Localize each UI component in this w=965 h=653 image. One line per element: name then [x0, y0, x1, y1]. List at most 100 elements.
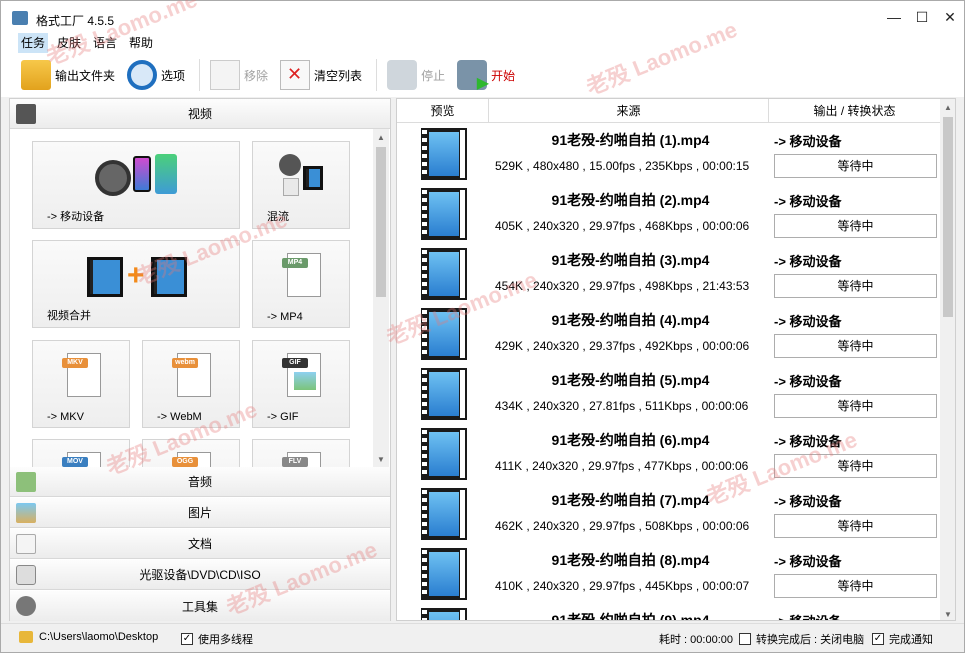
clear-list-button[interactable]: 清空列表	[280, 57, 362, 93]
menu-language[interactable]: 语言	[90, 33, 120, 53]
status-bar: C:\Users\laomo\Desktop ✓ 使用多线程 耗时 : 00:0…	[1, 623, 964, 652]
checkbox-checked-icon: ✓	[181, 633, 193, 645]
maximize-button[interactable]: ☐	[908, 1, 936, 33]
app-logo-icon	[12, 11, 28, 25]
shutdown-checkbox[interactable]: 转换完成后 : 关闭电脑	[739, 631, 864, 647]
task-row[interactable]: 91老殁-约啪自拍 (8).mp4 410K , 240x320 , 29.97f…	[397, 544, 940, 604]
category-optical-drive[interactable]: 光驱设备\DVD\CD\ISO	[10, 560, 390, 590]
scroll-up-icon[interactable]: ▲	[940, 99, 955, 115]
multithread-label: 使用多线程	[198, 634, 253, 646]
checkbox-unchecked-icon	[739, 633, 751, 645]
start-label: 开始	[491, 68, 516, 83]
task-row[interactable]: 91老殁-约啪自拍 (2).mp4 405K , 240x320 , 29.97f…	[397, 184, 940, 244]
tile-mux[interactable]: 混流	[252, 141, 350, 229]
tiles-scrollbar[interactable]: ▲ ▼	[373, 129, 389, 467]
checkbox-checked-icon: ✓	[872, 633, 884, 645]
tile-to-ogg[interactable]: OGG	[142, 439, 240, 467]
category-toolbox-label: 工具集	[181, 599, 218, 614]
tile-to-webm[interactable]: webm -> WebM	[142, 340, 240, 428]
tile-to-mov[interactable]: MOV	[32, 439, 130, 467]
ogg-file-icon: OGG	[172, 452, 211, 467]
tile-to-mkv[interactable]: MKV -> MKV	[32, 340, 130, 428]
task-row[interactable]: 91老殁-约啪自拍 (7).mp4 462K , 240x320 , 29.97f…	[397, 484, 940, 544]
task-list-header: 预览 来源 输出 / 转换状态	[397, 99, 940, 123]
task-row[interactable]: 91老殁-约啪自拍 (5).mp4 434K , 240x320 , 27.81f…	[397, 364, 940, 424]
gif-tag: GIF	[282, 358, 308, 368]
task-list-scrollbar[interactable]: ▲ ▼	[940, 99, 955, 620]
menu-help[interactable]: 帮助	[126, 33, 156, 53]
category-video[interactable]: 视频	[10, 99, 390, 129]
remove-button[interactable]: 移除	[210, 57, 268, 93]
task-list: 预览 来源 输出 / 转换状态 91老殁-约啪自拍 (1).mp4 529K , …	[396, 98, 956, 621]
task-status-button[interactable]: 等待中	[774, 154, 937, 178]
function-panel: 视频 -> 移动设备 混流 + 视频合并 MP4 -> MP4 MKV -> M…	[9, 98, 391, 621]
task-status-button[interactable]: 等待中	[774, 334, 937, 358]
scroll-down-icon[interactable]: ▼	[940, 606, 955, 620]
task-status-button[interactable]: 等待中	[774, 514, 937, 538]
menu-skin[interactable]: 皮肤	[54, 33, 84, 53]
task-status-button[interactable]: 等待中	[774, 574, 937, 598]
category-toolbox[interactable]: 工具集	[10, 591, 390, 621]
mp4-tag: MP4	[282, 258, 308, 268]
scroll-up-icon[interactable]: ▲	[373, 129, 389, 145]
folder-icon	[19, 631, 33, 643]
ogg-tag: OGG	[172, 457, 198, 467]
tile-mobile-device-label: -> 移动设备	[47, 211, 105, 223]
menu-task[interactable]: 任务	[18, 33, 49, 53]
tile-video-merge[interactable]: + 视频合并	[32, 240, 240, 328]
task-status-button[interactable]: 等待中	[774, 394, 937, 418]
options-label: 选项	[161, 68, 186, 83]
webm-file-icon: webm	[172, 353, 211, 397]
category-audio-label: 音频	[187, 475, 212, 489]
window-title: 格式工厂 4.5.5	[36, 14, 115, 28]
task-rows: 91老殁-约啪自拍 (1).mp4 529K , 480x480 , 15.00f…	[397, 124, 940, 621]
output-path[interactable]: C:\Users\laomo\Desktop	[19, 631, 158, 643]
stop-label: 停止	[421, 68, 446, 83]
column-source[interactable]: 来源	[489, 99, 769, 123]
task-file-name: 91老殁-约啪自拍 (5).mp4	[551, 372, 710, 388]
stop-button[interactable]: 停止	[387, 57, 445, 93]
category-optical-drive-label: 光驱设备\DVD\CD\ISO	[139, 568, 261, 582]
task-row[interactable]: 91老殁-约啪自拍 (4).mp4 429K , 240x320 , 29.37f…	[397, 304, 940, 364]
close-button[interactable]: ✕	[936, 1, 964, 33]
shutdown-label: 转换完成后 : 关闭电脑	[756, 634, 865, 646]
task-output-target: -> 移动设备	[774, 554, 842, 569]
tile-to-gif[interactable]: GIF -> GIF	[252, 340, 350, 428]
task-row[interactable]: 91老殁-约啪自拍 (6).mp4 411K , 240x320 , 29.97f…	[397, 424, 940, 484]
task-status-button[interactable]: 等待中	[774, 274, 937, 298]
task-status-button[interactable]: 等待中	[774, 454, 937, 478]
options-button[interactable]: 选项	[127, 57, 185, 93]
output-folder-label: 输出文件夹	[55, 68, 116, 83]
category-document[interactable]: 文档	[10, 529, 390, 559]
options-icon	[127, 60, 158, 90]
video-thumbnail-icon	[421, 128, 467, 180]
category-picture[interactable]: 图片	[10, 498, 390, 528]
video-thumbnail-icon	[421, 308, 467, 360]
task-file-info: 529K , 480x480 , 15.00fps , 235Kbps , 00…	[495, 159, 750, 173]
category-audio[interactable]: 音频	[10, 467, 390, 497]
output-folder-button[interactable]: 输出文件夹	[21, 57, 115, 93]
task-file-name: 91老殁-约啪自拍 (9).mp4	[551, 612, 710, 621]
task-row[interactable]: 91老殁-约啪自拍 (9).mp4 -> 移动设备	[397, 604, 940, 621]
video-thumbnail-icon	[421, 248, 467, 300]
task-row[interactable]: 91老殁-约啪自拍 (1).mp4 529K , 480x480 , 15.00f…	[397, 124, 940, 184]
folder-icon	[21, 60, 51, 90]
scroll-down-icon[interactable]: ▼	[373, 451, 389, 467]
video-thumbnail-icon	[421, 368, 467, 420]
tile-to-flv[interactable]: FLV	[252, 439, 350, 467]
tile-mux-label: 混流	[267, 211, 289, 223]
column-output-status[interactable]: 输出 / 转换状态	[769, 99, 940, 123]
format-factory-window: 格式工厂 4.5.5 — ☐ ✕ 任务 皮肤 语言 帮助 输出文件夹 选项 移除…	[0, 0, 965, 653]
notify-checkbox[interactable]: ✓ 完成通知	[872, 631, 933, 647]
tile-mobile-device[interactable]: -> 移动设备	[32, 141, 240, 229]
tile-to-mp4[interactable]: MP4 -> MP4	[252, 240, 350, 328]
minimize-button[interactable]: —	[880, 1, 908, 33]
tiles-scroll-thumb[interactable]	[376, 147, 386, 297]
task-file-info: 434K , 240x320 , 27.81fps , 511Kbps , 00…	[495, 399, 749, 413]
multithread-checkbox[interactable]: ✓ 使用多线程	[181, 631, 253, 647]
task-row[interactable]: 91老殁-约啪自拍 (3).mp4 454K , 240x320 , 29.97f…	[397, 244, 940, 304]
start-button[interactable]: 开始	[457, 57, 515, 93]
column-preview[interactable]: 预览	[397, 99, 489, 123]
task-scroll-thumb[interactable]	[943, 117, 953, 317]
task-status-button[interactable]: 等待中	[774, 214, 937, 238]
